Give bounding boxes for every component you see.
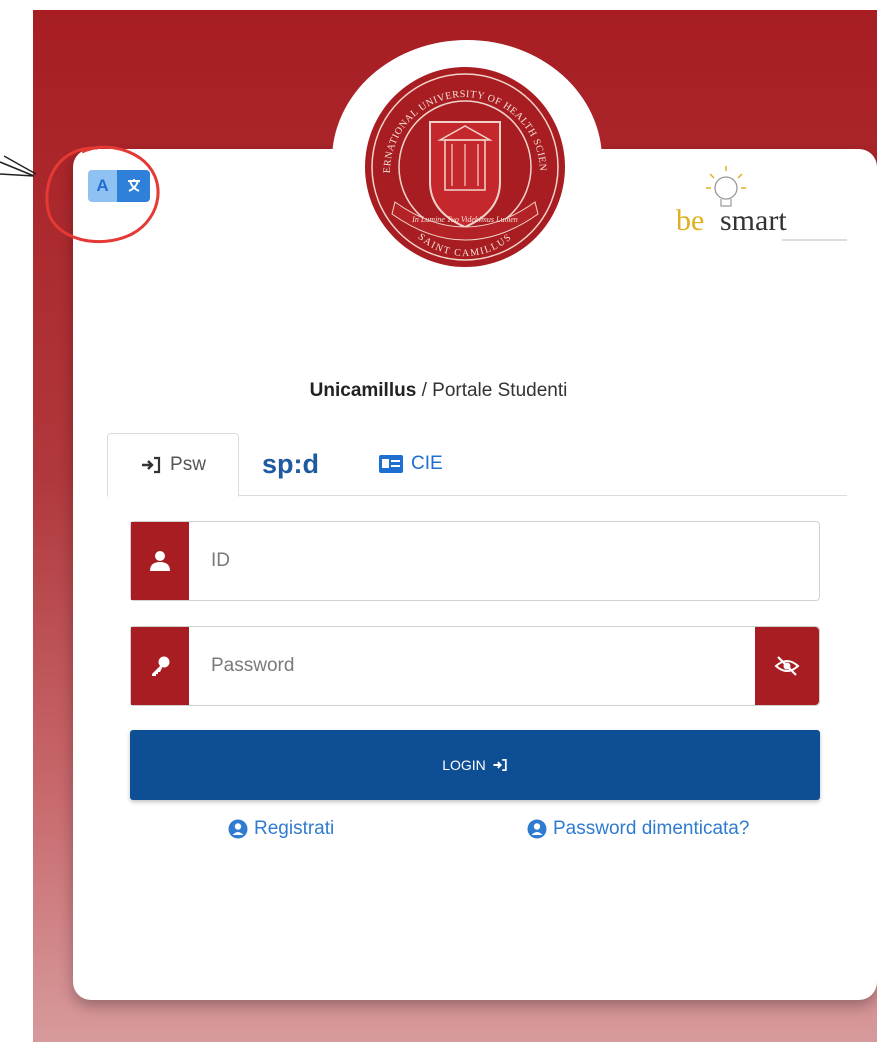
sign-in-icon: [493, 759, 507, 771]
register-link-label: Registrati: [254, 818, 335, 839]
eye-slash-icon: [774, 656, 800, 676]
id-card-icon: [379, 455, 403, 473]
title-portal: Portale Studenti: [432, 380, 568, 401]
spid-logo: sp:d: [262, 448, 319, 479]
tab-password[interactable]: Psw: [107, 433, 239, 497]
title-separator: /: [416, 380, 433, 401]
login-button[interactable]: LOGIN: [130, 730, 820, 800]
key-icon: [131, 627, 189, 705]
forgot-password-link-label: Password dimenticata?: [553, 818, 750, 839]
password-field-group: [130, 626, 820, 706]
login-method-tabs: Psw sp:d CIE: [107, 433, 847, 497]
translate-icon: [117, 170, 150, 202]
login-button-label: LOGIN: [442, 757, 486, 773]
language-a-glyph: A: [88, 170, 117, 202]
besmart-logo: be smart: [676, 166, 847, 241]
user-circle-icon: [228, 819, 248, 839]
besmart-logo-smart: smart: [720, 204, 787, 237]
forgot-password-link[interactable]: Password dimenticata?: [527, 818, 749, 840]
register-link[interactable]: Registrati: [228, 818, 334, 840]
tab-cie-label: CIE: [411, 453, 443, 474]
besmart-logo-be: be: [676, 204, 704, 237]
id-field-group: [130, 521, 820, 601]
language-toggle-button[interactable]: A: [88, 170, 150, 202]
page-title: Unicamillus / Portale Studenti: [0, 380, 877, 402]
annotation-arrow-icon: [0, 155, 37, 177]
user-icon: [131, 522, 189, 600]
user-circle-icon: [527, 819, 547, 839]
password-input[interactable]: [189, 630, 755, 702]
seal-motto: In Lumine Tuo Videbimus Lumen: [411, 215, 518, 224]
sign-in-icon: [142, 456, 161, 474]
title-brand: Unicamillus: [309, 380, 417, 401]
tab-spid[interactable]: sp:d: [262, 433, 342, 495]
id-input[interactable]: [189, 525, 819, 597]
toggle-password-visibility-button[interactable]: [755, 627, 819, 705]
tab-cie[interactable]: CIE: [379, 433, 469, 495]
tab-password-label: Psw: [170, 454, 206, 475]
university-seal-logo: INTERNATIONAL UNIVERSITY OF HEALTH SCIEN…: [360, 62, 565, 267]
